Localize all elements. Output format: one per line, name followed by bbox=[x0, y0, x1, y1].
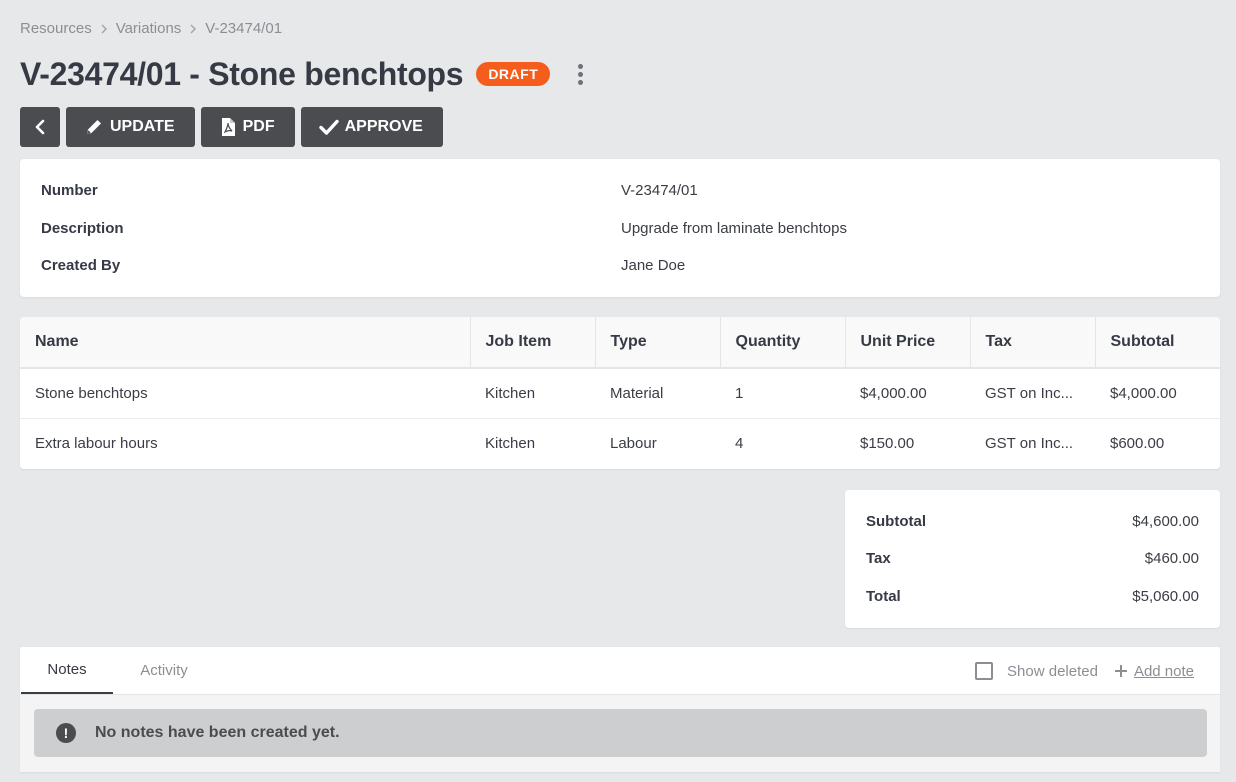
table-cell: $150.00 bbox=[860, 434, 915, 452]
table-cell: Material bbox=[595, 368, 720, 419]
table-cell: Kitchen bbox=[470, 368, 595, 419]
breadcrumb: Resources Variations V-23474/01 bbox=[20, 20, 282, 37]
column-header[interactable]: Unit Price bbox=[845, 317, 971, 369]
more-options-icon[interactable] bbox=[574, 60, 587, 89]
column-header[interactable]: Subtotal bbox=[1095, 317, 1220, 369]
checkmark-icon bbox=[318, 119, 339, 135]
pdf-file-icon bbox=[221, 118, 235, 136]
table-header-row: Name Job Item Type Quantity Unit Price T… bbox=[20, 317, 1220, 369]
totals-label: Total bbox=[866, 588, 901, 605]
update-label: UPDATE bbox=[110, 118, 175, 135]
page-title: V-23474/01 - Stone benchtops bbox=[20, 55, 464, 92]
table-cell: GST on Inc... bbox=[985, 434, 1074, 452]
title-row: V-23474/01 - Stone benchtops DRAFT bbox=[20, 52, 587, 96]
chevron-left-icon bbox=[35, 119, 45, 135]
detail-value: Jane Doe bbox=[621, 257, 686, 274]
totals-card: Subtotal $4,600.00 Tax $460.00 Total $5,… bbox=[845, 490, 1220, 628]
column-header[interactable]: Tax bbox=[970, 317, 1096, 369]
add-note-label: Add note bbox=[1133, 662, 1194, 680]
line-items-card: Name Job Item Type Quantity Unit Price T… bbox=[20, 317, 1220, 469]
notes-body: ! No notes have been created yet. bbox=[20, 695, 1220, 772]
back-button[interactable] bbox=[20, 107, 60, 147]
detail-value: V-23474/01 bbox=[621, 182, 698, 199]
empty-notes-alert: ! No notes have been created yet. bbox=[34, 709, 1207, 757]
totals-row-subtotal: Subtotal $4,600.00 bbox=[866, 513, 1199, 530]
totals-row-tax: Tax $460.00 bbox=[866, 550, 1199, 567]
chevron-right-icon bbox=[100, 23, 108, 34]
table-cell: 1 bbox=[720, 368, 845, 419]
totals-value: $460.00 bbox=[1144, 550, 1199, 567]
column-header[interactable]: Type bbox=[595, 317, 721, 369]
approve-button[interactable]: APPROVE bbox=[300, 107, 443, 147]
table-row[interactable]: Stone benchtops Kitchen Material 1 $4,00… bbox=[20, 368, 1220, 419]
breadcrumb-resources[interactable]: Resources bbox=[20, 20, 92, 37]
detail-row-number: Number V-23474/01 bbox=[41, 182, 698, 199]
totals-label: Subtotal bbox=[866, 513, 926, 530]
table-cell: Labour bbox=[610, 434, 657, 452]
pdf-label: PDF bbox=[242, 118, 275, 135]
empty-notes-message: No notes have been created yet. bbox=[95, 724, 340, 741]
table-cell: $4,000.00 bbox=[1095, 368, 1220, 419]
show-deleted-label[interactable]: Show deleted bbox=[1007, 663, 1098, 680]
table-cell: $600.00 bbox=[1110, 434, 1165, 452]
totals-value: $4,600.00 bbox=[1132, 513, 1199, 530]
plus-icon bbox=[1114, 665, 1127, 677]
tab-activity[interactable]: Activity bbox=[113, 646, 215, 694]
totals-row-total: Total $5,060.00 bbox=[866, 588, 1199, 605]
detail-row-description: Description Upgrade from laminate bencht… bbox=[41, 220, 847, 237]
update-button[interactable]: UPDATE bbox=[66, 107, 195, 147]
totals-label: Tax bbox=[866, 550, 891, 567]
chevron-right-icon bbox=[189, 23, 197, 34]
pencil-icon bbox=[87, 120, 101, 134]
detail-row-created-by: Created By Jane Doe bbox=[41, 257, 685, 274]
tab-notes[interactable]: Notes bbox=[21, 646, 113, 694]
column-header[interactable]: Name bbox=[20, 317, 471, 369]
line-items-table: Name Job Item Type Quantity Unit Price T… bbox=[20, 317, 1220, 468]
table-cell: Extra labour hours bbox=[35, 434, 158, 452]
exclamation-circle-icon: ! bbox=[56, 723, 76, 743]
notes-panel: Notes Activity Show deleted Add note ! N… bbox=[20, 647, 1220, 772]
status-badge: DRAFT bbox=[476, 62, 551, 86]
totals-value: $5,060.00 bbox=[1132, 588, 1199, 605]
detail-label: Created By bbox=[41, 257, 121, 274]
pdf-button[interactable]: PDF bbox=[200, 107, 295, 147]
details-card: Number V-23474/01 Description Upgrade fr… bbox=[20, 159, 1220, 297]
notes-actions: Show deleted Add note bbox=[975, 647, 1194, 695]
notes-tabbar: Notes Activity Show deleted Add note bbox=[20, 647, 1220, 695]
column-header[interactable]: Job Item bbox=[470, 317, 596, 369]
column-header[interactable]: Quantity bbox=[720, 317, 846, 369]
detail-label: Description bbox=[41, 220, 124, 237]
approve-label: APPROVE bbox=[344, 118, 423, 135]
detail-value: Upgrade from laminate benchtops bbox=[621, 220, 847, 237]
breadcrumb-current: V-23474/01 bbox=[205, 20, 283, 37]
breadcrumb-variations[interactable]: Variations bbox=[116, 20, 182, 37]
show-deleted-checkbox[interactable] bbox=[975, 662, 994, 680]
table-cell: $4,000.00 bbox=[845, 368, 970, 419]
table-cell: GST on Inc... bbox=[970, 368, 1095, 419]
table-row[interactable]: Extra labour hours Kitchen Labour 4 $150… bbox=[20, 418, 1220, 468]
table-cell: Stone benchtops bbox=[20, 368, 470, 419]
detail-label: Number bbox=[41, 182, 98, 199]
table-cell: 4 bbox=[735, 434, 744, 452]
toolbar: UPDATE PDF APPROVE bbox=[20, 107, 443, 147]
table-cell: Kitchen bbox=[485, 434, 536, 452]
add-note-link[interactable]: Add note bbox=[1114, 663, 1194, 680]
